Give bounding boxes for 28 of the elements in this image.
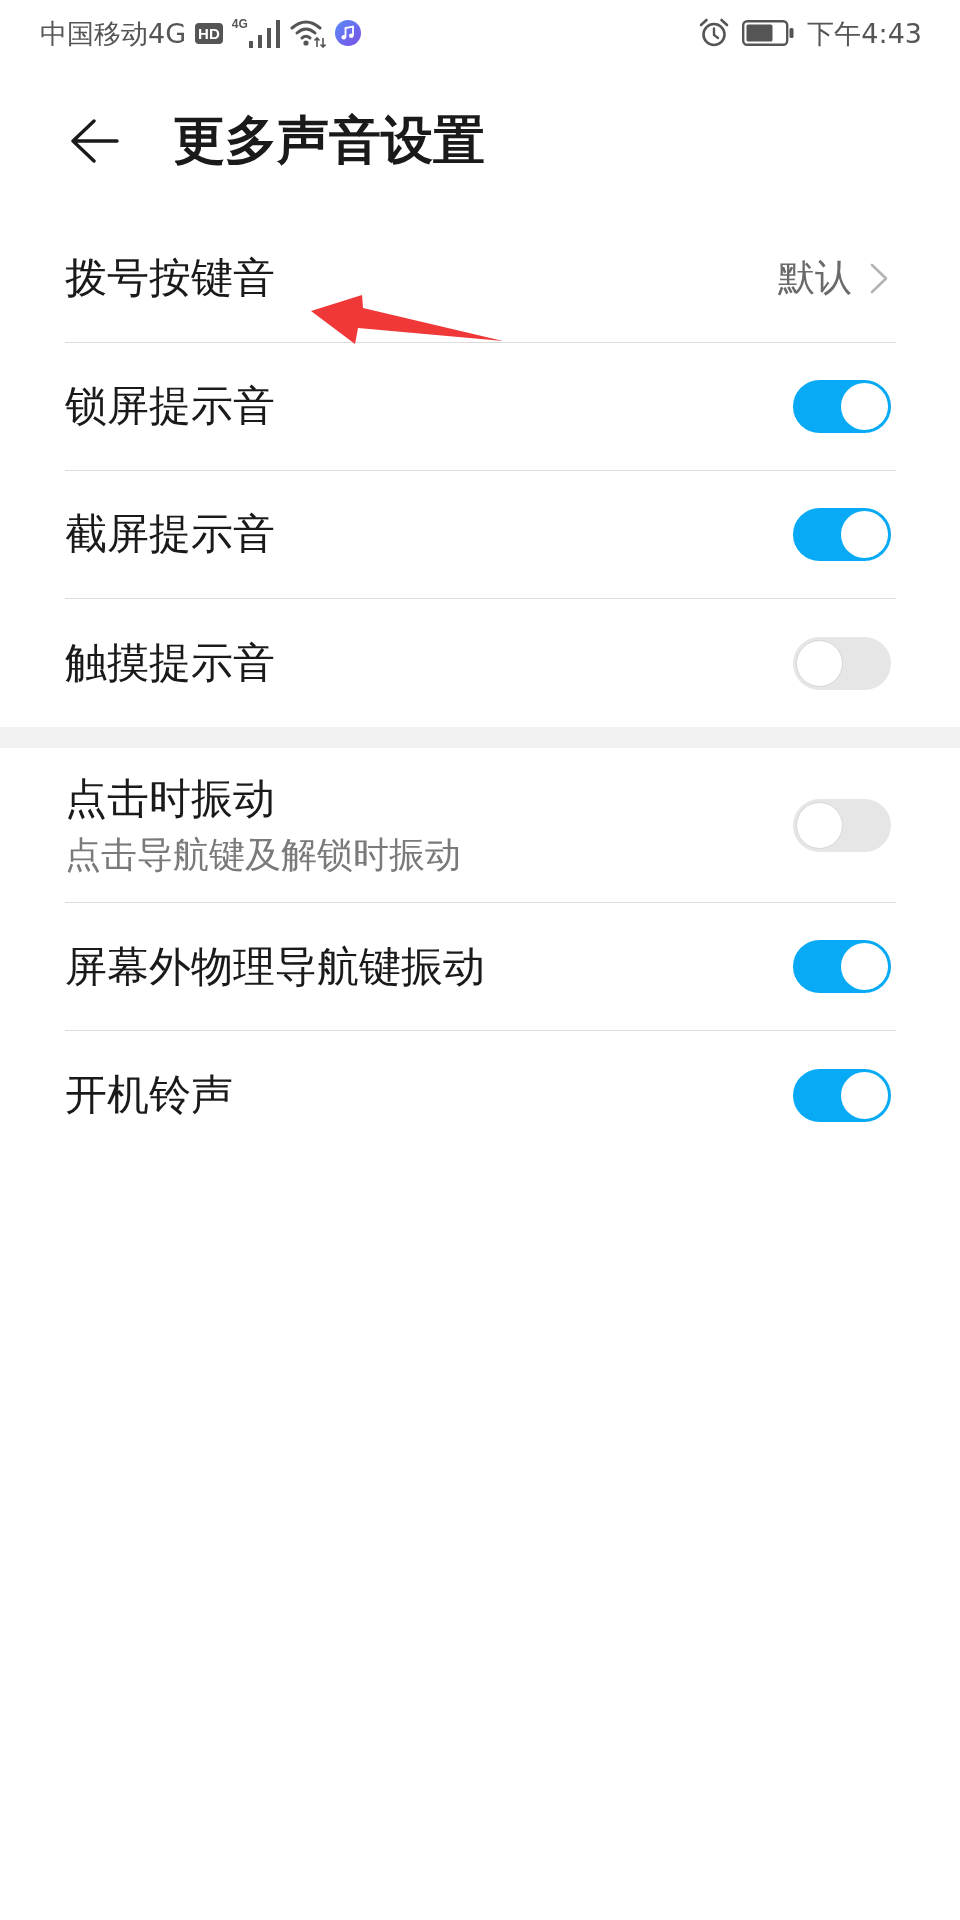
setting-label: 截屏提示音 — [65, 508, 275, 561]
setting-value: 默认 — [778, 255, 852, 302]
annotation-arrow-icon — [311, 295, 503, 344]
carrier-name: 中国移动4G — [40, 19, 187, 47]
toggle-switch[interactable] — [793, 798, 891, 852]
battery-icon — [742, 20, 795, 46]
toggle-switch[interactable] — [793, 380, 891, 433]
page-title: 更多声音设置 — [173, 109, 485, 172]
hd-badge: HD — [195, 22, 223, 44]
setting-label: 触摸提示音 — [65, 636, 275, 689]
wifi-icon — [289, 18, 326, 48]
back-arrow-icon[interactable] — [70, 118, 119, 163]
signal-bars-icon — [248, 20, 281, 48]
clock-time: 下午4:43 — [807, 19, 922, 47]
music-note-icon — [334, 20, 361, 46]
chevron-right-icon — [869, 263, 889, 294]
setting-label: 开机铃声 — [65, 1069, 233, 1122]
network-type-label: 4G — [231, 18, 248, 30]
setting-label: 点击时振动 — [65, 773, 276, 825]
setting-label: 屏幕外物理导航键振动 — [65, 940, 485, 993]
setting-label: 拨号按键音 — [65, 252, 275, 305]
toggle-switch[interactable] — [793, 508, 891, 561]
alarm-clock-icon — [699, 18, 730, 48]
toggle-switch[interactable] — [793, 940, 891, 994]
toggle-switch[interactable] — [793, 1068, 891, 1122]
setting-description: 点击导航键及解锁时振动 — [65, 832, 461, 877]
setting-label: 锁屏提示音 — [65, 380, 275, 433]
toggle-switch[interactable] — [793, 636, 891, 690]
